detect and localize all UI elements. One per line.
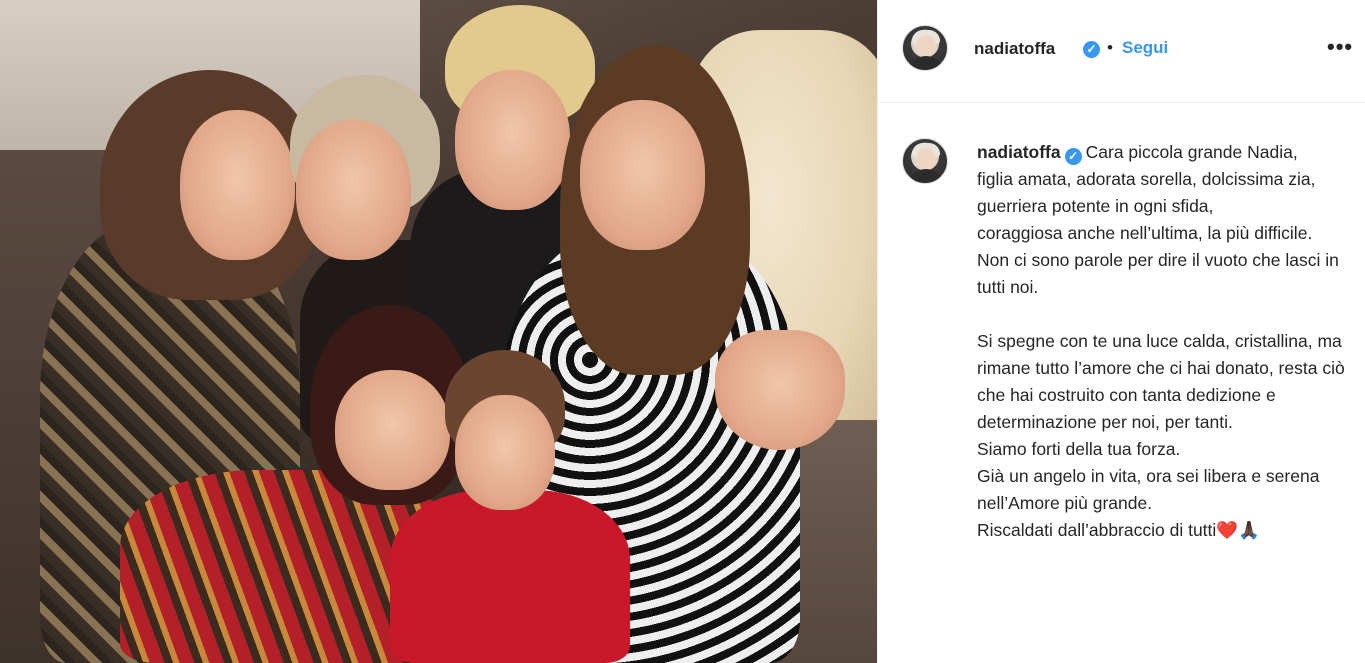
post-sidebar: nadiatoffa ✓ • Segui ••• nadiatoffa ✓ Cara… xyxy=(877,0,1365,663)
photo-person-face xyxy=(180,110,295,260)
post-header: nadiatoffa ✓ • Segui ••• xyxy=(878,0,1365,103)
photo-person-body xyxy=(390,490,630,663)
avatar-body xyxy=(908,169,944,183)
post-photo[interactable] xyxy=(0,0,877,663)
caption-username-link[interactable]: nadiatoffa xyxy=(977,142,1061,162)
verified-badge-icon: ✓ xyxy=(1083,41,1100,58)
photo-person-face xyxy=(296,120,411,260)
photo-person-face xyxy=(580,100,705,250)
verified-badge-icon: ✓ xyxy=(1064,148,1082,165)
more-options-icon[interactable]: ••• xyxy=(1327,36,1353,58)
avatar-face xyxy=(916,35,936,57)
photo-waving-hand xyxy=(715,330,845,450)
photo-person-face xyxy=(455,395,555,510)
avatar-face xyxy=(916,148,936,170)
photo-person-face xyxy=(455,70,570,210)
photo-person-face xyxy=(335,370,450,490)
caption-avatar[interactable] xyxy=(902,138,948,184)
follow-button[interactable]: Segui xyxy=(1122,38,1168,58)
caption-text: Cara piccola grande Nadia, figlia amata,… xyxy=(977,142,1345,540)
username-link[interactable]: nadiatoffa xyxy=(974,39,1055,59)
avatar-body xyxy=(908,56,944,70)
post-caption: nadiatoffa ✓ Cara piccola grande Nadia, fi… xyxy=(977,139,1353,544)
avatar[interactable] xyxy=(902,25,948,71)
separator-dot: • xyxy=(1107,38,1113,57)
